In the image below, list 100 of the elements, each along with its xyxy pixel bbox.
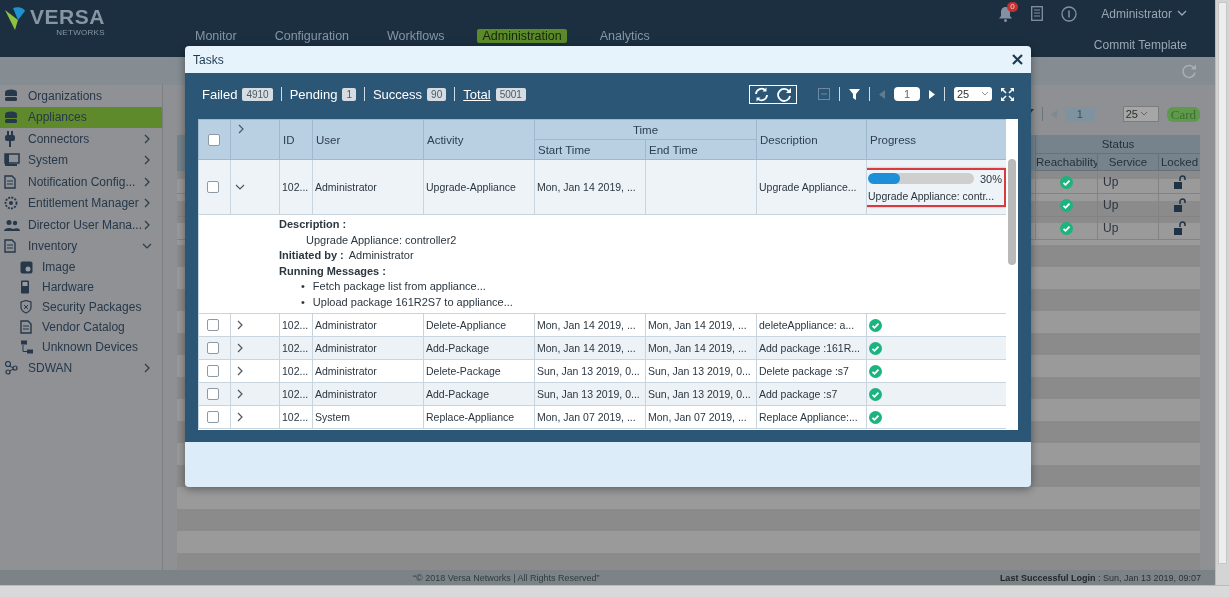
sidebar-item[interactable]: Connectors	[0, 128, 162, 150]
stat-label: Pending	[289, 86, 338, 102]
chevron-right-icon[interactable]	[235, 412, 245, 422]
table-cell: Mon, Jan 14 2019, ...	[534, 336, 646, 360]
table-cell: 102...	[279, 159, 313, 215]
stat-label: Success	[372, 86, 423, 102]
column-header[interactable]: Progress	[866, 119, 1006, 160]
caret-right-icon[interactable]	[929, 89, 935, 99]
chevron-down-icon[interactable]	[235, 182, 245, 192]
table-cell: Delete package :s7	[756, 359, 867, 383]
sidebar-subitem[interactable]: Image	[0, 257, 162, 277]
column-header[interactable]: User	[312, 119, 424, 160]
filter-icon[interactable]	[849, 88, 860, 100]
sidebar-item[interactable]: Director User Mana...	[0, 214, 162, 236]
monitor-icon	[4, 153, 20, 168]
checkbox[interactable]	[208, 133, 220, 146]
close-icon[interactable]	[1012, 54, 1023, 65]
sync-icon[interactable]	[753, 86, 770, 102]
table-cell: Upgrade Appliance...	[756, 159, 867, 215]
checkbox[interactable]	[207, 342, 219, 354]
nav-tab[interactable]: Analytics	[594, 29, 655, 43]
column-header[interactable]: Description	[756, 119, 867, 160]
check-circle-icon	[869, 387, 882, 401]
nav-tab[interactable]: Monitor	[190, 29, 242, 43]
chevron-right-icon[interactable]	[142, 133, 152, 144]
total-link[interactable]: Total	[463, 86, 491, 102]
chevron-right-icon[interactable]	[235, 366, 245, 376]
table-cell: 102...	[279, 405, 313, 429]
user-menu[interactable]: Administrator	[1101, 6, 1187, 21]
sidebar-subitem[interactable]: Vendor Catalog	[0, 317, 162, 337]
caret-icon	[981, 91, 989, 97]
chevron-right-icon[interactable]	[235, 389, 245, 399]
scrollbar[interactable]	[1215, 0, 1229, 585]
sidebar-item[interactable]: Organizations	[0, 85, 162, 107]
collapse-icon[interactable]	[818, 88, 830, 100]
table-cell: Sun, Jan 13 2019, 0...	[645, 359, 757, 383]
bell-icon[interactable]	[998, 5, 1014, 22]
column-header[interactable]: ID	[279, 119, 313, 160]
table-cell: Delete-Appliance	[423, 313, 535, 337]
chevron-right-icon[interactable]	[142, 362, 152, 373]
nav-tab[interactable]: Workflows	[382, 29, 450, 43]
chevron-right-icon[interactable]	[142, 176, 152, 187]
page-field[interactable]: 1	[1064, 107, 1095, 121]
scrollbar[interactable]	[0, 585, 1229, 597]
sidebar-item[interactable]: Appliances	[0, 106, 162, 128]
checkbox[interactable]	[207, 181, 219, 193]
checkbox[interactable]	[207, 388, 219, 400]
plug-icon	[4, 130, 16, 147]
info-icon[interactable]	[1061, 5, 1078, 22]
sidebar-subitem[interactable]: Unknown Devices	[0, 337, 162, 357]
copyright-text: “© 2018 Versa Networks | All Rights Reserved”	[413, 572, 600, 583]
sidebar-item-label: Director User Mana...	[27, 217, 142, 232]
table-cell: Add package :s7	[756, 382, 867, 406]
commit-template-link[interactable]: Commit Template	[1093, 38, 1187, 52]
table-cell: 102...	[279, 359, 313, 383]
nav-tab[interactable]: Configuration	[269, 29, 355, 43]
page-size-select[interactable]: 25	[1122, 106, 1159, 122]
sidebar-item[interactable]: Inventory	[0, 235, 162, 257]
checkbox[interactable]	[207, 319, 219, 331]
table-cell: Administrator	[312, 359, 424, 383]
table-cell: Sun, Jan 13 2019, 0...	[534, 359, 646, 383]
bullet: •	[301, 294, 305, 310]
table-cell: Upgrade-Appliance	[423, 159, 535, 215]
chevron-down-icon	[1177, 10, 1187, 17]
sidebar-item-label: Inventory	[28, 239, 78, 254]
sidebar-item-label: SDWAN	[28, 360, 73, 375]
sidebar-item[interactable]: Notification Config...	[0, 171, 162, 193]
sidebar-item[interactable]: System	[0, 149, 162, 171]
chevron-right-icon[interactable]	[236, 124, 246, 134]
chevron-right-icon[interactable]	[142, 155, 152, 166]
chevron-right-icon[interactable]	[235, 320, 245, 330]
page-size-select[interactable]: 25	[954, 87, 992, 101]
brand-name: VERSA	[30, 6, 105, 28]
sidebar-item[interactable]: Entitlement Manager	[0, 192, 162, 214]
table-cell: Mon, Jan 14 2019, ...	[534, 159, 646, 215]
chevron-right-icon[interactable]	[142, 198, 152, 209]
checkbox[interactable]	[207, 365, 219, 377]
checklist-icon[interactable]	[1031, 6, 1044, 21]
chevron-right-icon[interactable]	[235, 343, 245, 353]
checkbox[interactable]	[207, 411, 219, 423]
fullscreen-icon[interactable]	[1001, 87, 1014, 101]
sidebar-item-label: Hardware	[42, 280, 95, 294]
table-cell: Sun, Jan 13 2019, 0...	[645, 382, 757, 406]
nav-tab[interactable]: Administration	[477, 29, 567, 43]
document-icon	[4, 239, 16, 254]
chevron-right-icon[interactable]	[142, 219, 152, 230]
table-cell: Delete-Package	[423, 359, 535, 383]
document-icon	[4, 174, 16, 189]
document-icon	[20, 320, 32, 334]
column-header[interactable]: Activity	[423, 119, 535, 160]
network-icon	[20, 340, 34, 354]
sidebar-subitem[interactable]: Security Packages	[0, 297, 162, 317]
page-field[interactable]: 1	[894, 87, 920, 101]
table-cell: deleteAppliance: a...	[756, 313, 867, 337]
phone-icon	[20, 280, 30, 294]
brand-tagline: NETWORKS	[56, 28, 105, 37]
refresh-icon[interactable]	[776, 86, 793, 102]
sidebar-subitem[interactable]: Hardware	[0, 277, 162, 297]
sidebar-item[interactable]: SDWAN	[0, 357, 162, 379]
sidebar-item-label: Organizations	[28, 88, 103, 103]
